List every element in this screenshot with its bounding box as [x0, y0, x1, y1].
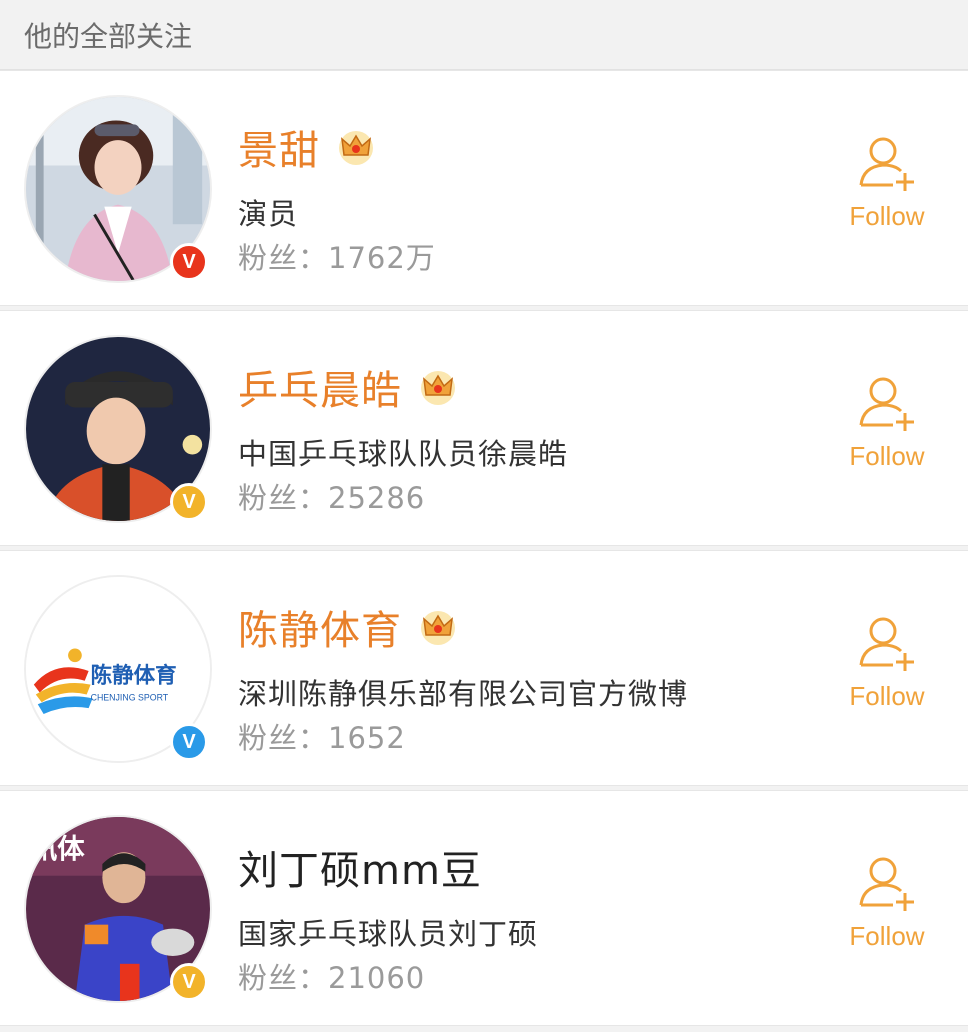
follow-label: Follow	[849, 921, 925, 951]
name-line: 刘丁硕mm豆	[238, 837, 482, 897]
avatar[interactable]: 陈静体育 CHENJING SPORT V	[24, 575, 212, 763]
follow-button[interactable]: Follow	[842, 371, 932, 472]
avatar[interactable]: 讯体 V	[24, 815, 212, 1003]
user-name[interactable]: 刘丁硕mm豆	[238, 838, 482, 896]
add-user-icon	[859, 617, 914, 671]
follow-label: Follow	[849, 201, 925, 231]
fans-count: 粉丝：1762万	[238, 241, 436, 275]
name-line: 景甜	[238, 117, 376, 177]
follow-button[interactable]: Follow	[842, 851, 932, 952]
verified-badge-icon: V	[170, 723, 208, 761]
vip-crown-icon	[421, 371, 455, 405]
logo-text: 陈静体育	[91, 663, 177, 689]
user-name[interactable]: 乒乓晨皓	[238, 358, 402, 416]
list-item[interactable]: 讯体 V 刘丁硕mm豆 国家乒乓球队员刘丁硕 粉丝：21060 Follow	[0, 790, 968, 1026]
name-line: 陈静体育	[238, 597, 458, 657]
vip-crown-icon	[421, 611, 455, 645]
vip-crown-icon	[339, 131, 373, 165]
avatar-text: 讯体	[30, 834, 85, 865]
follow-label: Follow	[849, 441, 925, 471]
user-description: 深圳陈静俱乐部有限公司官方微博	[238, 677, 689, 711]
section-title: 他的全部关注	[24, 19, 193, 53]
list-item[interactable]: V 乒乓晨皓 中国乒乓球队队员徐晨皓 粉丝：25286 Follow	[0, 310, 968, 546]
add-user-icon	[859, 857, 914, 911]
fans-count: 粉丝：21060	[238, 961, 426, 995]
follow-button[interactable]: Follow	[842, 611, 932, 712]
follow-label: Follow	[849, 681, 925, 711]
add-user-icon	[859, 137, 914, 191]
list-item[interactable]: 陈静体育 CHENJING SPORT V 陈静体育 深圳陈静俱乐部有限公司官方…	[0, 550, 968, 786]
fans-count: 粉丝：25286	[238, 481, 426, 515]
name-line: 乒乓晨皓	[238, 357, 458, 417]
user-description: 中国乒乓球队队员徐晨皓	[238, 437, 569, 471]
avatar[interactable]: V	[24, 95, 212, 283]
avatar[interactable]: V	[24, 335, 212, 523]
verified-badge-icon: V	[170, 243, 208, 281]
verified-badge-icon: V	[170, 483, 208, 521]
follow-button[interactable]: Follow	[842, 131, 932, 232]
user-description: 国家乒乓球队员刘丁硕	[238, 917, 539, 951]
verified-badge-icon: V	[170, 963, 208, 1001]
following-list: V 景甜 演员 粉丝：1762万 Follow V 乒乓晨皓 中国乒乓球队队员徐…	[0, 70, 968, 1026]
user-description: 演员	[238, 197, 299, 231]
user-name[interactable]: 陈静体育	[238, 598, 402, 656]
logo-subtext: CHENJING SPORT	[91, 692, 169, 702]
fans-count: 粉丝：1652	[238, 721, 406, 755]
section-header: 他的全部关注	[0, 0, 968, 70]
user-name[interactable]: 景甜	[238, 118, 320, 176]
list-item[interactable]: V 景甜 演员 粉丝：1762万 Follow	[0, 70, 968, 306]
add-user-icon	[859, 377, 914, 431]
